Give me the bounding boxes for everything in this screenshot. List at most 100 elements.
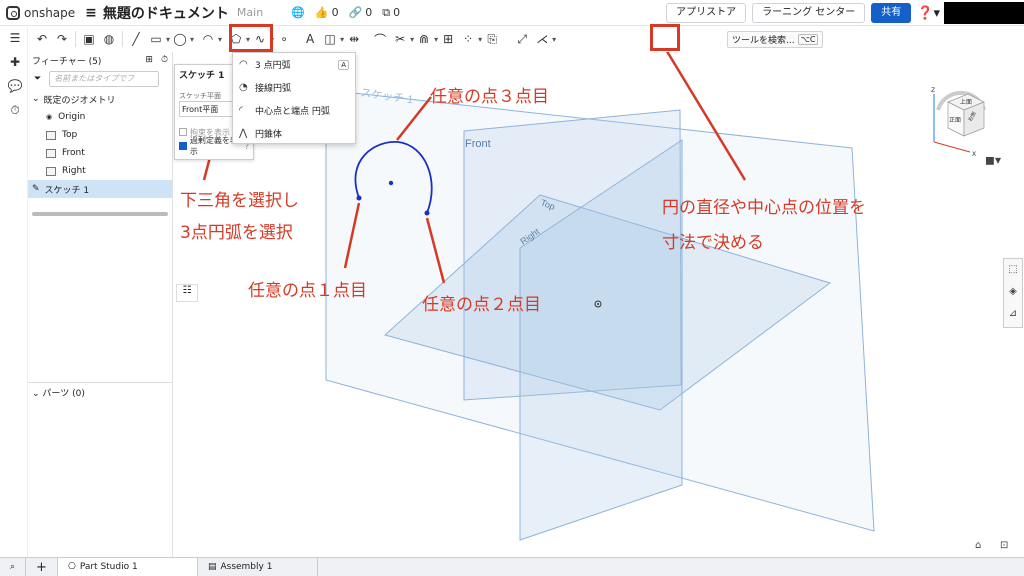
- help-icon[interactable]: ❓▾: [917, 6, 940, 21]
- chevron-down-icon[interactable]: ▾: [552, 35, 556, 44]
- text-tool-icon[interactable]: ◫: [322, 29, 338, 49]
- tab-part-studio[interactable]: ⎔ Part Studio 1: [57, 557, 198, 576]
- view-cube[interactable]: 上面 正面 右側 Z X: [930, 80, 992, 160]
- mirror-tool-icon[interactable]: ⇹: [346, 29, 362, 49]
- default-geometry-group[interactable]: ⌄ 既定のジオメトリ: [28, 90, 172, 108]
- checkbox-box: [179, 128, 187, 136]
- use-tool-icon[interactable]: ◍: [101, 29, 117, 49]
- copy-button[interactable]: ⧉ 0: [382, 6, 400, 20]
- offset-tool-icon[interactable]: ⋒: [416, 29, 432, 49]
- fit-view-icon[interactable]: ⊡: [1000, 540, 1008, 551]
- timer-icon[interactable]: ⏱: [7, 103, 23, 119]
- tree-item-label: Top: [62, 130, 78, 140]
- add-folder-icon[interactable]: ⊞: [145, 55, 153, 65]
- menu-item-center-point-arc[interactable]: ◜ 中心点と端点 円弧: [233, 99, 355, 122]
- globe-icon[interactable]: 🌐: [291, 6, 305, 19]
- arc-dropdown-chevron-icon[interactable]: ▾: [218, 35, 222, 44]
- undo-icon[interactable]: ↶: [34, 29, 50, 49]
- constraint-tool-icon[interactable]: ⋌: [534, 29, 550, 49]
- arc-tool-dropdown: ◠ 3 点円弧 A ◔ 接線円弧 ◜ 中心点と端点 円弧 ⋀ 円錐体: [232, 52, 356, 144]
- point-tool-icon[interactable]: ∘: [276, 29, 292, 49]
- add-tab-button[interactable]: +: [26, 557, 58, 576]
- import-tool-icon[interactable]: ⎘: [484, 29, 500, 49]
- plane-icon: [46, 148, 56, 158]
- pattern-tool-icon[interactable]: ⊞: [440, 29, 456, 49]
- tree-item-front[interactable]: Front: [28, 144, 172, 162]
- like-button[interactable]: 👍 0: [315, 6, 339, 19]
- chevron-down-icon[interactable]: ▾: [340, 35, 344, 44]
- link-button[interactable]: 🔗 0: [349, 6, 373, 19]
- tree-item-label: Right: [62, 166, 86, 176]
- tree-item-top[interactable]: Top: [28, 126, 172, 144]
- copy-icon: ⧉: [382, 5, 391, 19]
- chevron-down-icon[interactable]: ▾: [478, 35, 482, 44]
- document-stats: 🌐 👍 0 🔗 0 ⧉ 0: [291, 6, 400, 20]
- thumbs-up-icon: 👍: [314, 6, 329, 19]
- tool-search-input[interactable]: ツールを検索... ⌥C: [727, 31, 824, 48]
- annotation-dimension-2: 寸法で決める: [662, 233, 764, 253]
- toolbar-divider: [75, 31, 76, 47]
- feature-tree-scrollbar[interactable]: [32, 212, 168, 216]
- highlight-arc-tool: [229, 24, 273, 52]
- arc-center-point[interactable]: [388, 180, 394, 186]
- sketch-tool-icon[interactable]: ▣: [81, 29, 97, 49]
- section-view-icon[interactable]: ◈: [1004, 281, 1022, 303]
- menu-item-label: 接線円弧: [255, 84, 292, 94]
- comment-icon[interactable]: 💬: [7, 79, 23, 95]
- arc-tool-icon[interactable]: ◠: [200, 29, 216, 49]
- arc-point-1[interactable]: [356, 195, 362, 201]
- highlight-dimension-tool: [650, 24, 680, 51]
- annotation-point-1: 任意の点１点目: [248, 281, 367, 301]
- chevron-down-icon[interactable]: ▾: [434, 35, 438, 44]
- arc-point-2[interactable]: [424, 210, 430, 216]
- redo-icon[interactable]: ↷: [54, 29, 70, 49]
- rectangle-tool-icon[interactable]: ▭: [148, 29, 164, 49]
- chevron-down-icon[interactable]: ▾: [190, 35, 194, 44]
- onshape-logo[interactable]: onshape: [6, 5, 75, 20]
- default-geometry-label: 既定のジオメトリ: [43, 95, 116, 106]
- three-point-arc-icon: ◠: [239, 59, 248, 70]
- learning-center-button[interactable]: ラーニング センター: [752, 3, 866, 23]
- fillet-tool-icon[interactable]: ⌒: [372, 29, 388, 49]
- list-toggle-icon[interactable]: ☷: [176, 284, 198, 302]
- menu-icon[interactable]: ≡: [85, 5, 97, 21]
- appearance-icon[interactable]: ⬚: [1004, 259, 1022, 281]
- feature-list-icon[interactable]: ☰: [7, 31, 23, 47]
- trim-tool-icon[interactable]: ✂: [392, 29, 408, 49]
- dimension-tool-icon[interactable]: ⤢: [514, 29, 530, 49]
- top-right-actions: アプリストア ラーニング センター 共有 ❓▾: [666, 0, 1024, 26]
- line-tool-icon[interactable]: ╱: [128, 29, 144, 49]
- origin-icon: ◉: [46, 113, 53, 121]
- share-button[interactable]: 共有: [871, 3, 912, 23]
- construction-tool-icon[interactable]: A: [302, 29, 318, 49]
- circle-tool-icon[interactable]: ◯: [172, 29, 188, 49]
- filter-icon[interactable]: ⏷: [34, 74, 41, 84]
- parts-section[interactable]: ⌄ パーツ (0): [28, 382, 173, 402]
- chevron-down-icon[interactable]: ▾: [166, 35, 170, 44]
- search-tabs-icon[interactable]: ⌕: [0, 557, 27, 576]
- measure-icon[interactable]: ⊿: [1004, 303, 1022, 325]
- plane-icon: [46, 166, 56, 176]
- tree-item-sketch[interactable]: ✎ スケッチ 1: [28, 180, 172, 198]
- rollback-timer-icon[interactable]: ⏱: [161, 55, 168, 65]
- branch-label[interactable]: Main: [237, 6, 263, 19]
- chevron-down-icon[interactable]: ▾: [410, 35, 414, 44]
- tree-item-right[interactable]: Right: [28, 162, 172, 180]
- view-options-icon[interactable]: ◼▾: [985, 153, 1001, 167]
- menu-item-conic[interactable]: ⋀ 円錐体: [233, 122, 355, 145]
- add-feature-icon[interactable]: ✚: [7, 55, 23, 71]
- tree-item-origin[interactable]: ◉ Origin: [28, 108, 172, 126]
- chevron-down-icon: ⌄: [32, 94, 40, 104]
- menu-item-3point-arc[interactable]: ◠ 3 点円弧 A: [233, 53, 355, 76]
- array-tool-icon[interactable]: ⁘: [460, 29, 476, 49]
- like-count: 0: [331, 6, 339, 19]
- feature-filter-input[interactable]: 名前またはタイプでフ: [49, 71, 160, 87]
- toolbar-divider: [122, 31, 123, 47]
- render-mode-icon[interactable]: ⌂: [975, 540, 981, 551]
- appstore-button[interactable]: アプリストア: [666, 3, 747, 23]
- menu-item-tangent-arc[interactable]: ◔ 接線円弧: [233, 76, 355, 99]
- document-title[interactable]: 無題のドキュメント: [103, 3, 229, 23]
- tab-assembly[interactable]: ▤ Assembly 1: [198, 557, 318, 576]
- link-count: 0: [365, 6, 373, 19]
- annotation-dimension-1: 円の直径や中心点の位置を: [662, 198, 866, 218]
